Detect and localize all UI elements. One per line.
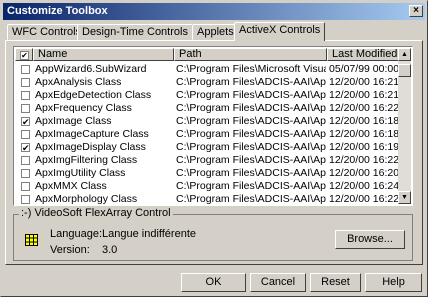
list-header: ✔ Name Path Last Modified [15, 48, 400, 61]
window-title: Customize Toolbox [7, 5, 108, 17]
row-name: ApxImage Class [35, 115, 112, 127]
header-last-modified[interactable]: Last Modified [327, 48, 400, 61]
close-button[interactable]: × [409, 5, 423, 17]
browse-button[interactable]: Browse... [335, 230, 405, 249]
row-checkbox[interactable] [21, 91, 30, 100]
table-row[interactable]: ✔ ApxImage Class C:\Program Files\ADCIS-AA… [15, 115, 400, 128]
controls-list[interactable]: ✔ Name Path Last Modified AppWizard6.Sub… [13, 46, 413, 206]
row-checkbox[interactable] [21, 156, 30, 165]
row-path: C:\Program Files\ADCIS-AAI\Aphelio... [176, 167, 326, 179]
header-check-column[interactable]: ✔ [15, 48, 33, 61]
row-checkbox[interactable] [21, 195, 30, 204]
row-checkbox[interactable] [21, 104, 30, 113]
row-path: C:\Program Files\ADCIS-AAI\Aphelio... [176, 128, 326, 140]
scroll-down-button[interactable]: ▼ [398, 191, 411, 204]
table-row[interactable]: ApxMorphology Class C:\Program Files\ADCI… [15, 193, 400, 205]
table-row[interactable]: ✔ ApxImageDisplay Class C:\Program Files\A… [15, 141, 400, 154]
row-name: ApxImageCapture Class [35, 128, 149, 140]
row-path: C:\Program Files\ADCIS-AAI\Aphelio... [176, 154, 326, 166]
row-path: C:\Program Files\ADCIS-AAI\Aphelio... [176, 89, 326, 101]
table-row[interactable]: ApxEdgeDetection Class C:\Program Files\A… [15, 89, 400, 102]
list-scrollbar[interactable]: ▲ ▼ [398, 48, 411, 204]
control-details-title: :-) VideoSoft FlexArray Control [19, 207, 173, 219]
row-path: C:\Program Files\ADCIS-AAI\Aphelio... [176, 180, 326, 192]
cancel-button[interactable]: Cancel [250, 273, 306, 292]
header-name[interactable]: Name [33, 48, 174, 61]
row-checkbox[interactable] [21, 130, 30, 139]
row-last-modified: 12/20/00 16:21PM [329, 89, 399, 101]
row-name: ApxEdgeDetection Class [35, 89, 152, 101]
header-path[interactable]: Path [174, 48, 327, 61]
row-name: ApxImageDisplay Class [35, 141, 146, 153]
customize-toolbox-dialog: Customize Toolbox × WFC Controls Design-… [0, 0, 428, 297]
row-checkbox[interactable] [21, 65, 30, 74]
version-label: Version: [50, 244, 90, 256]
reset-button[interactable]: Reset [310, 273, 361, 292]
table-row[interactable]: ApxFrequency Class C:\Program Files\ADCIS… [15, 102, 400, 115]
scroll-up-button[interactable]: ▲ [398, 48, 411, 61]
row-last-modified: 12/20/00 16:24PM [329, 180, 399, 192]
row-path: C:\Program Files\ADCIS-AAI\Aphelio... [176, 193, 326, 205]
table-row[interactable]: ApxAnalysis Class C:\Program Files\ADCIS-… [15, 76, 400, 89]
scroll-thumb[interactable] [398, 64, 411, 77]
row-checkbox[interactable] [21, 169, 30, 178]
version-value: 3.0 [102, 244, 118, 256]
row-name: ApxImgFiltering Class [35, 154, 138, 166]
help-button[interactable]: Help [365, 273, 422, 292]
row-name: ApxAnalysis Class [35, 76, 122, 88]
table-row[interactable]: ApxImageCapture Class C:\Program Files\AD… [15, 128, 400, 141]
row-last-modified: 12/20/00 16:22PM [329, 154, 399, 166]
language-value: Langue indifférente [102, 228, 196, 240]
tab-wfc-controls[interactable]: WFC Controls [7, 24, 87, 40]
header-check-icon: ✔ [20, 51, 29, 60]
row-path: C:\Program Files\Microsoft Visual Stu... [176, 63, 326, 75]
language-label: Language: [50, 228, 102, 240]
row-last-modified: 12/20/00 16:22PM [329, 102, 399, 114]
row-checkbox[interactable] [21, 78, 30, 87]
ok-button[interactable]: OK [181, 273, 246, 292]
table-row[interactable]: AppWizard6.SubWizard C:\Program Files\Mic… [15, 63, 400, 76]
row-name: ApxMMX Class [35, 180, 107, 192]
tab-activex-controls[interactable]: ActiveX Controls [234, 22, 326, 41]
row-checkbox[interactable] [21, 182, 30, 191]
row-name: AppWizard6.SubWizard [35, 63, 147, 75]
row-checkbox[interactable]: ✔ [21, 117, 30, 127]
row-path: C:\Program Files\ADCIS-AAI\Aphelio... [176, 141, 326, 153]
tab-design-time-controls[interactable]: Design-Time Controls [77, 24, 193, 40]
title-bar: Customize Toolbox × [3, 3, 425, 20]
row-checkbox[interactable]: ✔ [21, 143, 30, 153]
tab-applets[interactable]: Applets [192, 24, 239, 40]
row-last-modified: 12/20/00 16:22PM [329, 193, 399, 205]
flexarray-control-icon [25, 234, 38, 246]
row-name: ApxFrequency Class [35, 102, 132, 114]
row-name: ApxMorphology Class [35, 193, 138, 205]
table-row[interactable]: ApxImgFiltering Class C:\Program Files\AD… [15, 154, 400, 167]
row-last-modified: 05/07/99 00:00AM [329, 63, 399, 75]
table-row[interactable]: ApxMMX Class C:\Program Files\ADCIS-AAI\A… [15, 180, 400, 193]
row-last-modified: 12/20/00 16:19PM [329, 141, 399, 153]
row-last-modified: 12/20/00 16:18PM [329, 128, 399, 140]
row-path: C:\Program Files\ADCIS-AAI\Aphelio... [176, 115, 326, 127]
row-name: ApxImgUtility Class [35, 167, 126, 179]
row-last-modified: 12/20/00 16:21PM [329, 76, 399, 88]
row-last-modified: 12/20/00 16:20PM [329, 167, 399, 179]
row-path: C:\Program Files\ADCIS-AAI\Aphelio... [176, 76, 326, 88]
row-last-modified: 12/20/00 16:18PM [329, 115, 399, 127]
row-path: C:\Program Files\ADCIS-AAI\Aphelio... [176, 102, 326, 114]
table-row[interactable]: ApxImgUtility Class C:\Program Files\ADCI… [15, 167, 400, 180]
